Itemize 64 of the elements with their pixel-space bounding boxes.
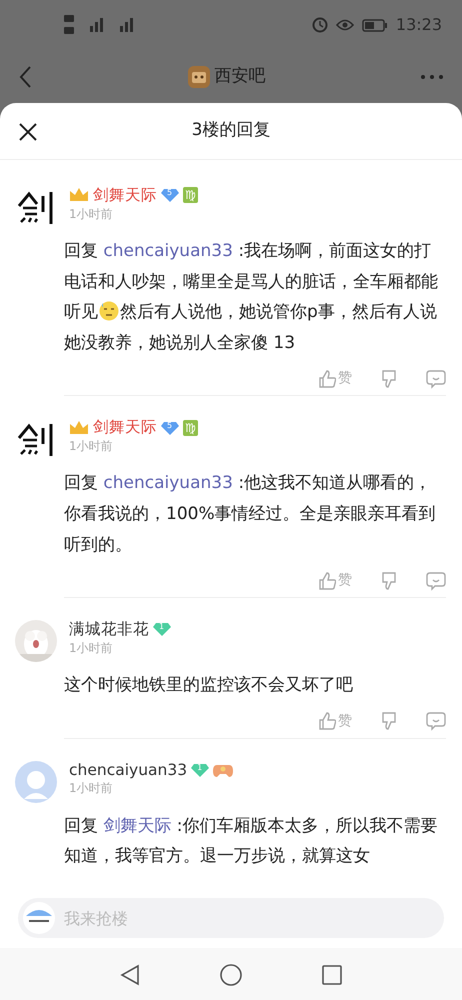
avatar-icon	[15, 760, 57, 803]
forum-logo-icon	[186, 64, 210, 88]
square-recents-icon	[322, 964, 342, 985]
thumbs-down-icon	[380, 712, 398, 730]
reply-user-link[interactable]: chencaiyuan33	[103, 473, 233, 494]
post-time: 1小时前	[69, 640, 114, 657]
comment-icon	[426, 368, 446, 389]
crown-icon	[69, 187, 89, 204]
zodiac-badge: ♍	[183, 187, 198, 204]
reply-user-link[interactable]: chencaiyuan33	[103, 241, 233, 261]
thumbs-down-icon	[380, 370, 398, 388]
recents-nav-button[interactable]	[322, 962, 342, 986]
forum-title: 西安吧	[214, 64, 266, 88]
gamepad-icon	[213, 763, 234, 778]
thumbs-up-icon	[318, 370, 336, 388]
sheet-title: 3楼的回复	[192, 119, 270, 142]
user-name[interactable]: 剑舞天际	[93, 186, 157, 205]
post-time: 1小时前	[69, 780, 114, 798]
level-number: 5	[167, 420, 172, 431]
thumbs-up-icon	[318, 712, 336, 730]
dislike-button[interactable]	[380, 712, 398, 730]
level-badge	[161, 188, 179, 202]
crown-icon	[69, 420, 89, 436]
level-number: 5	[167, 188, 172, 198]
user-name[interactable]: 满城花非花	[69, 620, 149, 639]
reply-button[interactable]	[426, 711, 446, 732]
reply-user-link[interactable]: 剑舞天际	[103, 816, 172, 836]
clock-text: 13:23	[396, 14, 442, 36]
user-avatar-icon	[23, 902, 55, 934]
level-badge	[191, 763, 210, 778]
dislike-button[interactable]	[380, 370, 398, 388]
zodiac-badge: ♍	[183, 420, 198, 436]
more-icon	[420, 74, 444, 80]
triangle-back-icon	[120, 964, 140, 986]
back-icon	[18, 64, 32, 89]
alarm-icon	[312, 17, 328, 33]
comment-text: 这个时候地铁里的监控该不会又坏了吧	[64, 674, 354, 698]
reply-button[interactable]	[426, 368, 446, 389]
level-badge	[161, 420, 179, 435]
comment-icon	[426, 570, 446, 591]
emoji-icon	[98, 299, 120, 322]
thumbs-up-icon	[318, 572, 336, 590]
user-name[interactable]: chencaiyuan33	[69, 760, 188, 780]
battery-icon	[362, 18, 388, 32]
level-number: 1	[159, 622, 164, 632]
back-nav-button[interactable]	[120, 962, 140, 986]
thumbs-down-icon	[380, 572, 398, 590]
home-nav-button[interactable]	[220, 962, 242, 986]
circle-home-icon	[220, 964, 242, 986]
user-name[interactable]: 剑舞天际	[93, 418, 157, 437]
back-button[interactable]	[18, 64, 32, 89]
level-number: 1	[197, 763, 202, 774]
dislike-button[interactable]	[380, 572, 398, 590]
comment-text: 回复 chencaiyuan33 :他这我不知道从哪看的，你看我说的，100%事情经过。全是亲眼亲耳看到听到的。	[64, 472, 437, 557]
post-time: 1小时前	[69, 438, 114, 455]
comment-icon	[426, 711, 446, 732]
reply-input-field[interactable]: 我来抢楼	[18, 898, 444, 938]
close-icon	[18, 122, 38, 142]
level-badge	[153, 622, 171, 636]
comment-text: 回复 剑舞天际 :你们车厢版本太多，所以我不需要知道，我等官方。退一万步说，就算这女	[64, 814, 439, 868]
reply-button[interactable]	[426, 570, 446, 591]
post-time: 1小时前	[69, 206, 114, 223]
comment-text: 回复 chencaiyuan33 :我在场啊，前面这女的打电话和人吵架，嘴里全是骂人的脏话，全车厢都能听见 然后有人说他，她说管你p事，然后有人说她没教养，她说别人全家傻 13	[64, 240, 439, 355]
eye-icon	[336, 19, 354, 31]
